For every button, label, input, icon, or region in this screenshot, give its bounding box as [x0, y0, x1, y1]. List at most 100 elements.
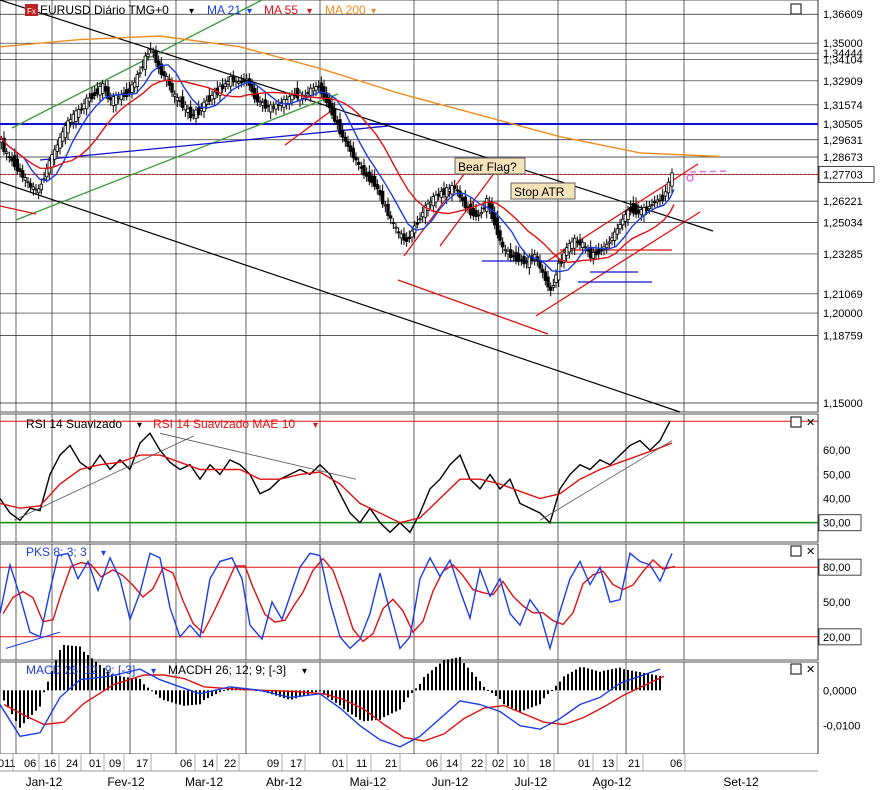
candle-body — [394, 226, 398, 229]
candle-body — [124, 89, 129, 98]
candle-body — [220, 84, 225, 90]
candle-body — [20, 170, 25, 178]
legend-ma21[interactable]: MA 21 — [207, 3, 241, 17]
chevron-down-icon[interactable]: ▾ — [151, 666, 156, 677]
close-icon[interactable]: ✕ — [806, 417, 815, 429]
legend-macd[interactable]: MACD 26; 12; 9; [-3] — [26, 663, 135, 677]
macd-histogram-bar — [391, 690, 393, 714]
macd-histogram-bar — [531, 690, 533, 708]
chevron-down-icon[interactable]: ▾ — [101, 548, 106, 559]
day-label: 02 — [492, 758, 504, 770]
macd-histogram-bar — [203, 690, 205, 701]
candle-body — [239, 80, 244, 84]
chevron-down-icon[interactable]: ▾ — [302, 666, 307, 677]
macd-histogram-bar — [355, 690, 357, 718]
macd-histogram-bar — [407, 690, 409, 698]
chevron-down-icon[interactable]: ▾ — [247, 6, 252, 17]
macd-histogram-bar — [535, 690, 537, 706]
macd-histogram-bar — [15, 690, 17, 721]
macd-histogram-bar — [19, 690, 21, 728]
macd-histogram-bar — [647, 673, 649, 691]
candle-body — [444, 187, 449, 198]
legend-rsi[interactable]: RSI 14 Suavizado — [26, 417, 122, 431]
candle-body — [274, 103, 278, 110]
macd-histogram-bar — [375, 690, 377, 721]
chevron-down-icon[interactable]: ▾ — [371, 6, 376, 17]
svg-text:Stop ATR: Stop ATR — [514, 185, 565, 199]
candle-body — [263, 99, 268, 109]
macd-histogram-bar — [403, 690, 405, 703]
macd-histogram-bar — [123, 676, 125, 691]
candle-body — [500, 241, 505, 248]
candle-body — [482, 207, 486, 210]
candle-body — [575, 241, 580, 244]
macd-histogram-bar — [447, 659, 449, 691]
macd-histogram-bar — [495, 690, 497, 696]
macd-histogram-bar — [175, 690, 177, 704]
macd-histogram-bar — [523, 690, 525, 711]
candle-body — [311, 87, 316, 92]
macd-histogram-bar — [359, 690, 361, 720]
macd-histogram-bar — [419, 683, 421, 691]
chevron-down-icon[interactable]: ▾ — [137, 420, 142, 431]
bear-flag-annotation[interactable]: Bear Flag? — [454, 157, 526, 175]
candle-body — [375, 184, 380, 190]
price-tick-label: 1,21069 — [823, 289, 863, 301]
macd-histogram-bar — [135, 678, 137, 691]
price-tick-label: 1,15000 — [823, 398, 863, 410]
legend-macdh[interactable]: MACDH 26; 12; 9; [-3] — [168, 663, 286, 677]
close-icon[interactable]: ✕ — [806, 664, 815, 676]
legend-ma200[interactable]: MA 200 — [325, 3, 366, 17]
candle-body — [92, 92, 97, 96]
close-icon[interactable]: ✕ — [806, 546, 815, 558]
candle-body — [372, 175, 377, 187]
candle-body — [298, 92, 302, 101]
day-label: 10 — [513, 758, 525, 770]
chevron-down-icon[interactable]: ▾ — [313, 420, 318, 431]
maximize-icon[interactable] — [790, 545, 802, 557]
candle-body — [450, 185, 454, 195]
candle-body — [551, 285, 556, 288]
candle-body — [95, 88, 100, 95]
candle-body — [647, 205, 652, 210]
candle-body — [234, 80, 238, 83]
chevron-down-icon[interactable]: ▾ — [189, 6, 194, 17]
day-label: 11 — [356, 758, 367, 770]
stop-atr-annotation[interactable]: Stop ATR — [510, 182, 576, 200]
price-tick-label: 1,18759 — [823, 330, 863, 342]
day-label: 09 — [267, 758, 279, 770]
legend-ma55[interactable]: MA 55 — [264, 3, 298, 17]
candle-body — [58, 136, 62, 149]
candle-body — [370, 175, 374, 184]
macd-histogram-bar — [435, 666, 437, 691]
macd-histogram-bar — [183, 690, 185, 706]
macd-histogram-bar — [31, 690, 33, 715]
candle-body — [599, 249, 604, 252]
maximize-icon[interactable] — [790, 3, 802, 15]
macd-histogram-bar — [327, 690, 329, 698]
macd-histogram-bar — [167, 690, 169, 702]
legend-symbol[interactable]: EURUSD Diário TMG+0 — [40, 3, 169, 17]
chevron-down-icon[interactable]: ▾ — [307, 6, 312, 17]
day-label: 22 — [471, 758, 483, 770]
candle-body — [266, 105, 270, 108]
day-label: 24 — [66, 758, 78, 770]
candle-body — [18, 168, 22, 173]
legend-rsi-mae[interactable]: RSI 14 Suavizado MAE 10 — [153, 417, 295, 431]
candle-body — [87, 97, 92, 102]
maximize-icon[interactable] — [790, 663, 802, 675]
macd-histogram-bar — [559, 681, 561, 691]
legend-pks[interactable]: PKS 8; 3; 3 — [26, 545, 87, 559]
candle-body — [410, 230, 414, 238]
macd-histogram-bar — [47, 681, 49, 691]
candle-body — [242, 78, 246, 83]
candle-body — [236, 81, 241, 84]
macd-histogram-bar — [427, 673, 429, 691]
candle-body — [498, 230, 502, 241]
candle-body — [442, 188, 446, 195]
candle-body — [10, 156, 14, 162]
macd-histogram-bar — [131, 677, 133, 691]
candle-body — [31, 186, 36, 190]
maximize-icon[interactable] — [790, 416, 802, 428]
candle-body — [244, 78, 249, 81]
